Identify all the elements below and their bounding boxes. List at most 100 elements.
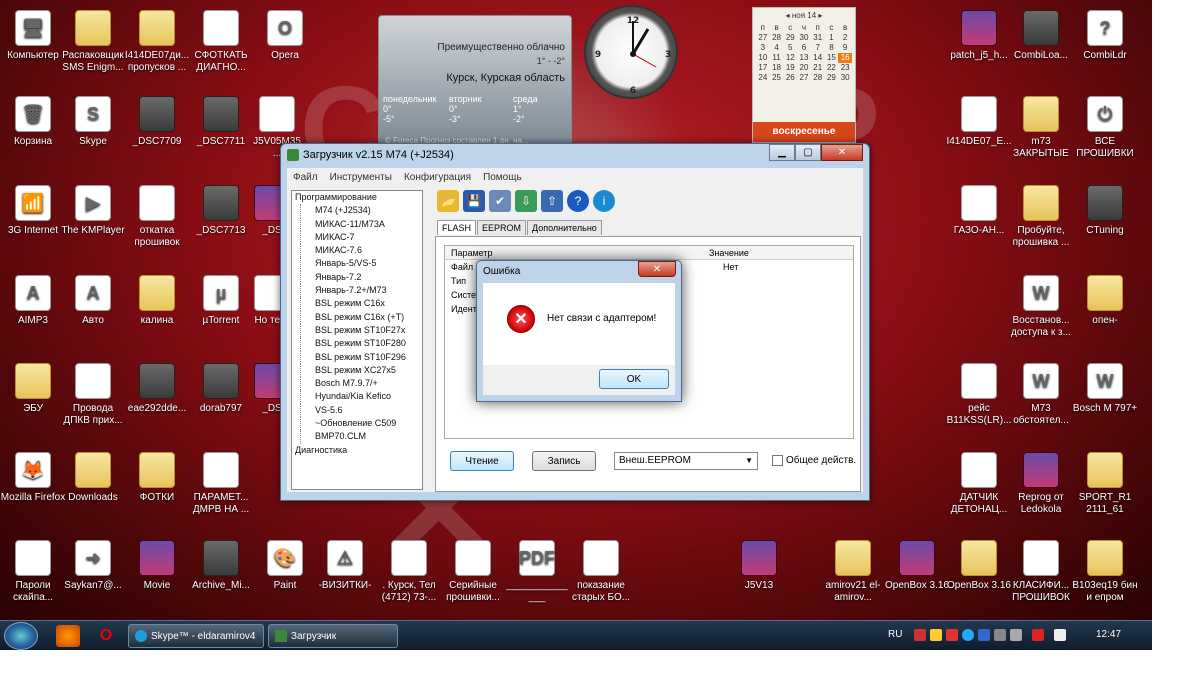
calendar-day[interactable]: 18: [770, 63, 784, 73]
calendar-day[interactable]: 5: [783, 43, 797, 53]
desktop-icon[interactable]: W Восстанов... доступа к з...: [1008, 275, 1074, 339]
weather-gadget[interactable]: Преимущественно облачно 1° - -2° Курск, …: [378, 15, 572, 145]
calendar-day[interactable]: 14: [811, 53, 825, 63]
desktop-icon[interactable]: 🦊 Mozilla Firefox: [0, 452, 66, 504]
help-icon[interactable]: ?: [567, 190, 589, 212]
desktop-icon[interactable]: калина: [124, 275, 190, 327]
desktop-icon[interactable]: ➜ Saykan7@...: [60, 540, 126, 592]
desktop-icon[interactable]: µ µTorrent: [188, 275, 254, 327]
desktop-icon[interactable]: опен-: [1072, 275, 1138, 327]
desktop-icon[interactable]: КЛАСИФИ... ПРОШИВОК: [1008, 540, 1074, 604]
menu-help[interactable]: Помощь: [477, 172, 528, 183]
desktop-icon[interactable]: откатка прошивок: [124, 185, 190, 249]
desktop-icon[interactable]: 🎨 Paint: [252, 540, 318, 592]
desktop-icon[interactable]: ⏻ ВСЕ ПРОШИВКИ: [1072, 96, 1138, 160]
tree-item[interactable]: BSL режим ST10F280: [300, 337, 422, 351]
calendar-day[interactable]: 4: [770, 43, 784, 53]
dialog-close-button[interactable]: ✕: [638, 261, 676, 277]
calendar-day[interactable]: 12: [783, 53, 797, 63]
desktop-icon[interactable]: I414DE07ди... пропусков ...: [124, 10, 190, 74]
close-button[interactable]: ✕: [821, 144, 863, 161]
read-button[interactable]: Чтение: [450, 451, 514, 471]
calendar-day[interactable]: 3: [756, 43, 770, 53]
calendar-day[interactable]: 25: [770, 73, 784, 83]
common-action-checkbox[interactable]: Общее действ.: [772, 455, 856, 466]
tree-item[interactable]: BMP70.CLM: [300, 430, 422, 444]
tab-advanced[interactable]: Дополнительно: [527, 220, 602, 235]
desktop-icon[interactable]: A Авто: [60, 275, 126, 327]
calendar-day[interactable]: 9: [838, 43, 852, 53]
desktop-icon[interactable]: Downloads: [60, 452, 126, 504]
desktop-icon[interactable]: ДАТЧИК ДЕТОНАЦ...: [946, 452, 1012, 516]
task-loader[interactable]: Загрузчик: [268, 624, 398, 648]
tree-item[interactable]: BSL режим ST10F27x: [300, 323, 422, 338]
tree-item[interactable]: Bosch M7.9.7/+: [300, 377, 422, 391]
volume-icon[interactable]: [1010, 629, 1022, 641]
desktop-icon[interactable]: S Skype: [60, 96, 126, 148]
desktop-icon[interactable]: Archive_Mi...: [188, 540, 254, 592]
tray-app-icon[interactable]: [914, 629, 926, 641]
desktop-icon[interactable]: ? CombiLdr: [1072, 10, 1138, 62]
calendar-day[interactable]: 16: [838, 53, 852, 63]
desktop-icon[interactable]: PDF ______________: [504, 540, 570, 604]
write-button[interactable]: Запись: [532, 451, 596, 471]
menu-tools[interactable]: Инструменты: [324, 172, 398, 183]
tree-item[interactable]: VS-5.6: [300, 403, 422, 418]
skype-tray-icon[interactable]: [962, 629, 974, 641]
calendar-day[interactable]: 7: [811, 43, 825, 53]
calendar-day[interactable]: 10: [756, 53, 770, 63]
tree-item[interactable]: ~Обновление C509: [300, 417, 422, 431]
save-icon[interactable]: 💾: [463, 190, 485, 212]
desktop-icon[interactable]: ФОТКИ: [124, 452, 190, 504]
calendar-day[interactable]: 29: [825, 73, 839, 83]
calendar-day[interactable]: 11: [770, 53, 784, 63]
desktop-icon[interactable]: ▶ The KMPlayer: [60, 185, 126, 237]
desktop-icon[interactable]: _DSC7713: [188, 185, 254, 237]
ok-button[interactable]: OK: [599, 369, 669, 389]
desktop-icon[interactable]: OpenBox 3.16: [884, 540, 950, 592]
tree-item[interactable]: BSL режим XC27x5: [300, 363, 422, 378]
tab-eeprom[interactable]: EEPROM: [477, 220, 527, 235]
maximize-button[interactable]: ▢: [795, 144, 821, 161]
calendar-gadget[interactable]: ◂ ноя 14 ▸ п в с ч п с в 27 28 29 30 31 1 2 3 4 5 6 7 8 9 10 1…: [752, 7, 856, 143]
desktop-icon[interactable]: рейс B11KSS(LR)...: [946, 363, 1012, 427]
desktop-icon[interactable]: ЭБУ: [0, 363, 66, 415]
open-folder-icon[interactable]: 📂: [437, 190, 459, 212]
desktop-icon[interactable]: A AIMP3: [0, 275, 66, 327]
calendar-day[interactable]: 27: [756, 33, 770, 43]
calendar-day[interactable]: 27: [797, 73, 811, 83]
desktop-icon[interactable]: W M73 обстоятел...: [1008, 363, 1074, 427]
network-icon[interactable]: [1032, 629, 1044, 641]
desktop-icon[interactable]: I414DE07_E...: [946, 96, 1012, 148]
desktop-icon[interactable]: Распаковщик SMS Enigm...: [60, 10, 126, 74]
tree-item[interactable]: Hyundai/Kia Kefico: [300, 390, 422, 404]
bluetooth-icon[interactable]: [978, 629, 990, 641]
calendar-day[interactable]: 2: [838, 33, 852, 43]
calendar-day[interactable]: 24: [756, 73, 770, 83]
desktop-icon[interactable]: 📶 3G Internet: [0, 185, 66, 237]
desktop-icon[interactable]: SPORT_R1 2111_61: [1072, 452, 1138, 516]
write-chip-icon[interactable]: ⇧: [541, 190, 563, 212]
tree-item[interactable]: M74 (+J2534): [300, 204, 422, 218]
desktop-icon[interactable]: O Opera: [252, 10, 318, 62]
calendar-day[interactable]: 21: [811, 63, 825, 73]
desktop-icon[interactable]: eae292dde...: [124, 363, 190, 415]
desktop-icon[interactable]: W Bosch M 797+: [1072, 363, 1138, 415]
desktop-icon[interactable]: показание старых БО...: [568, 540, 634, 604]
calendar-day[interactable]: 13: [797, 53, 811, 63]
desktop-icon[interactable]: J5V13: [726, 540, 792, 592]
desktop-icon[interactable]: Reprog от Ledokola: [1008, 452, 1074, 516]
desktop-icon[interactable]: 🖥 Компьютер: [0, 10, 66, 62]
menu-config[interactable]: Конфигурация: [398, 172, 477, 183]
firefox-icon[interactable]: [56, 625, 80, 647]
usb-icon[interactable]: [994, 629, 1006, 641]
read-chip-icon[interactable]: ⇩: [515, 190, 537, 212]
clock-gadget[interactable]: 12369: [584, 5, 678, 99]
tree-root-programming[interactable]: Программирование: [292, 191, 422, 204]
calendar-day[interactable]: 30: [838, 73, 852, 83]
desktop-icon[interactable]: OpenBox 3.16: [946, 540, 1012, 592]
language-indicator[interactable]: RU: [888, 629, 902, 640]
minimize-button[interactable]: ▁: [769, 144, 795, 161]
calendar-day[interactable]: 22: [825, 63, 839, 73]
clock-time[interactable]: 12:47: [1096, 629, 1121, 640]
